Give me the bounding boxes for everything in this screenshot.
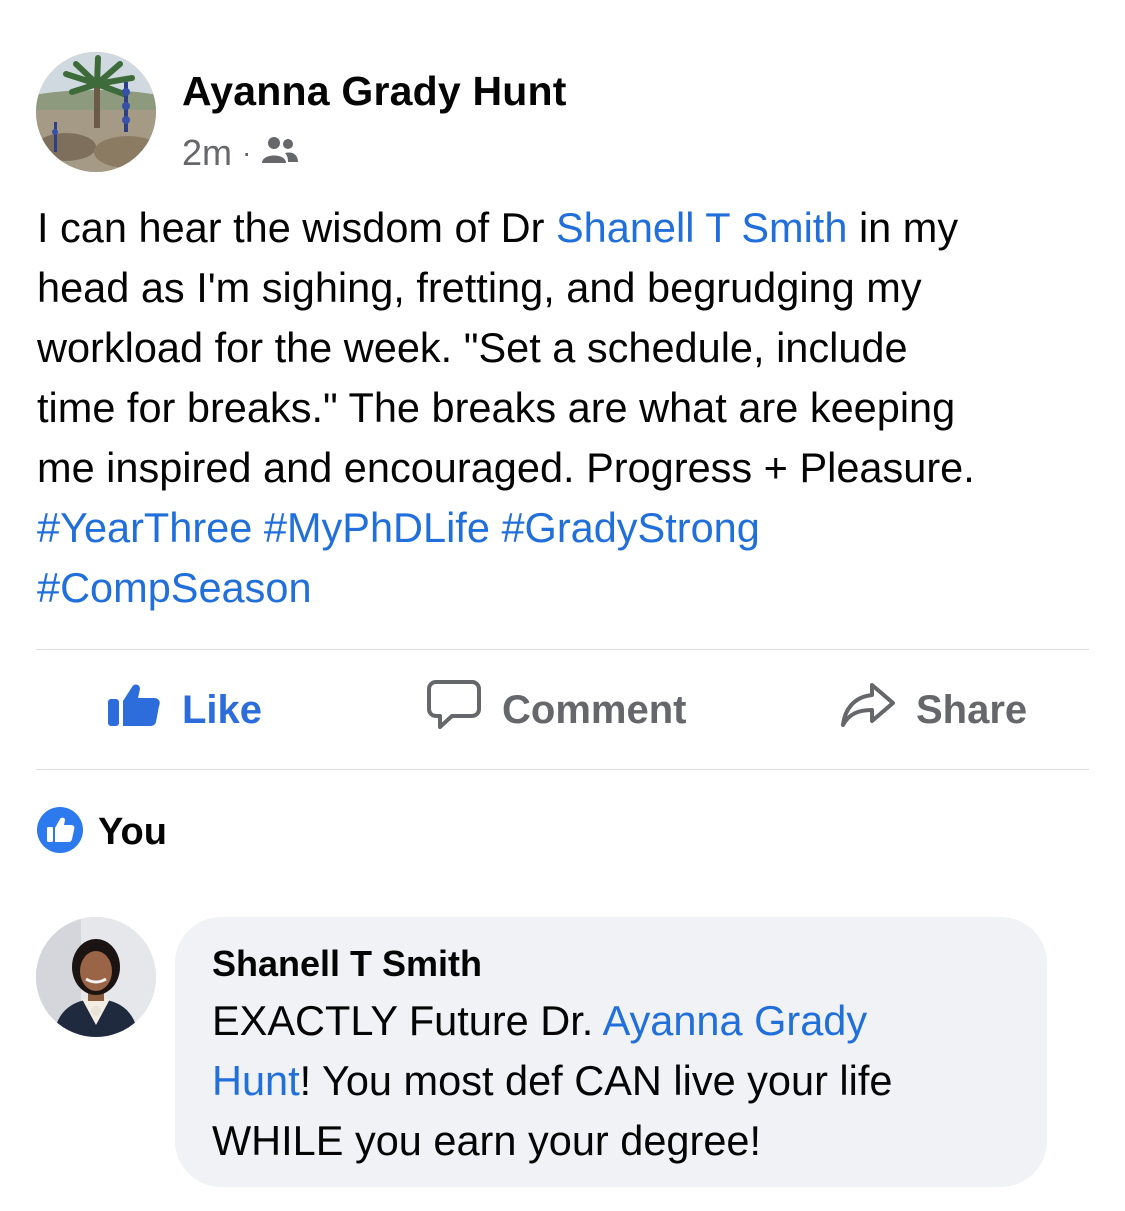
text-line: #CompSeason (37, 558, 1097, 618)
divider-bottom (36, 769, 1089, 770)
text-segment: workload for the week. "Set a schedule, … (37, 324, 908, 371)
hashtag-link[interactable]: #YearThree (37, 504, 252, 551)
like-badge-icon (36, 806, 84, 859)
friends-icon[interactable] (261, 132, 299, 174)
commenter-avatar[interactable] (36, 917, 156, 1037)
mention-link[interactable]: Ayanna Grady (603, 997, 868, 1044)
post-text: I can hear the wisdom of Dr Shanell T Sm… (37, 198, 1097, 618)
comment-text: EXACTLY Future Dr. Ayanna Grady Hunt! You… (212, 991, 1042, 1171)
text-line: I can hear the wisdom of Dr Shanell T Sm… (37, 198, 1097, 258)
comment-label: Comment (502, 687, 687, 732)
hashtag-link[interactable]: #GradyStrong (501, 504, 759, 551)
text-line: time for breaks." The breaks are what ar… (37, 378, 1097, 438)
share-label: Share (916, 687, 1028, 732)
author-avatar[interactable] (36, 52, 156, 172)
like-button[interactable]: Like (106, 650, 262, 770)
reaction-names: You (98, 810, 167, 853)
thumbs-up-icon (106, 683, 182, 737)
comment-icon (426, 679, 502, 741)
text-line: workload for the week. "Set a schedule, … (37, 318, 1097, 378)
text-segment (490, 504, 502, 551)
text-segment: time for breaks." The breaks are what ar… (37, 384, 956, 431)
text-line: EXACTLY Future Dr. Ayanna Grady (212, 991, 1042, 1051)
commenter-name[interactable]: Shanell T Smith (212, 943, 482, 985)
author-name[interactable]: Ayanna Grady Hunt (182, 68, 567, 115)
share-icon (840, 681, 916, 739)
post-actions: Like Comment Share (36, 650, 1089, 770)
text-line: #YearThree #MyPhDLife #GradyStrong (37, 498, 1097, 558)
meta-separator: · (242, 137, 252, 168)
comment-bubble: Shanell T Smith EXACTLY Future Dr. Ayann… (175, 917, 1047, 1187)
text-segment: ! You most def CAN live your life (299, 1057, 893, 1104)
hashtag-link[interactable]: #MyPhDLife (264, 504, 490, 551)
text-segment: WHILE you earn your degree! (212, 1117, 762, 1164)
hashtag-link[interactable]: #CompSeason (37, 564, 312, 611)
text-line: head as I'm sighing, fretting, and begru… (37, 258, 1097, 318)
comment-button[interactable]: Comment (426, 650, 686, 770)
reactions-summary[interactable]: You (36, 806, 167, 859)
share-button[interactable]: Share (840, 650, 1027, 770)
text-segment: head as I'm sighing, fretting, and begru… (37, 264, 922, 311)
text-segment: me inspired and encouraged. Progress + P… (37, 444, 975, 491)
text-line: me inspired and encouraged. Progress + P… (37, 438, 1097, 498)
text-segment: I can hear the wisdom of Dr (37, 204, 556, 251)
text-line: Hunt! You most def CAN live your life (212, 1051, 1042, 1111)
mention-link[interactable]: Shanell T Smith (556, 204, 847, 251)
text-segment: EXACTLY Future Dr. (212, 997, 603, 1044)
like-label: Like (182, 687, 263, 732)
text-line: WHILE you earn your degree! (212, 1111, 1042, 1171)
text-segment (252, 504, 264, 551)
post-meta: 2m · (182, 132, 299, 174)
post-header: Ayanna Grady Hunt 2m · (36, 52, 1086, 174)
mention-link[interactable]: Hunt (212, 1057, 300, 1104)
post-time[interactable]: 2m (182, 132, 232, 174)
text-segment: in my (847, 204, 959, 251)
